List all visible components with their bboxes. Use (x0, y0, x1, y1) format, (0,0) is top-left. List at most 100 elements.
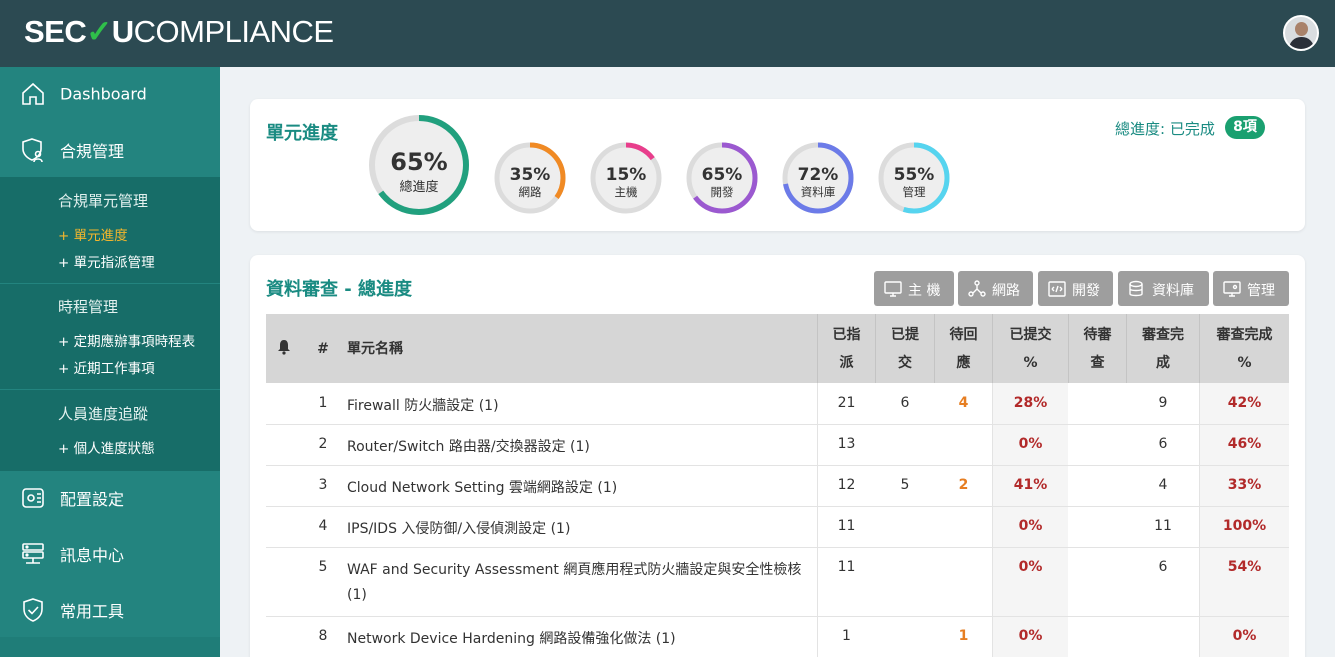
cell-num: 3 (318, 477, 328, 493)
cell-unit-name[interactable]: WAF and Security Assessment 網頁應用程式防火牆設定與… (347, 559, 801, 579)
filter-dev-button[interactable]: 開發 (1038, 271, 1113, 306)
progress-ring: 65% 總進度 (365, 111, 473, 219)
sidebar-item-label: 合規管理 (60, 141, 125, 161)
ring-label: 開發 (710, 185, 734, 199)
database-icon (1129, 280, 1143, 297)
ring-percent: 15% (605, 165, 647, 185)
sidebar-item-tools[interactable]: 常用工具 (0, 582, 220, 637)
filter-host-button[interactable]: 主 機 (874, 271, 954, 306)
cell-submitted: 6 (900, 395, 910, 411)
ring-label: 管理 (902, 185, 926, 199)
cell-assigned: 1 (842, 628, 851, 644)
filter-network-button[interactable]: 網路 (958, 271, 1033, 306)
column-header-pending[interactable]: 待回應 (935, 321, 992, 377)
ring-percent: 72% (797, 165, 839, 185)
sidebar: Dashboard 合規管理 合規單元管理 + 單元進度 + 單元指派管理 時程… (0, 67, 220, 657)
sidebar-item-messages[interactable]: 訊息中心 (0, 526, 220, 581)
progress-ring: 55% 管理 (875, 139, 953, 217)
column-header-assigned[interactable]: 已指派 (818, 321, 875, 377)
cell-unit-name[interactable]: Router/Switch 路由器/交換器設定 (1) (347, 436, 590, 456)
cell-reviewed-pct: 0% (1232, 628, 1257, 644)
ring-percent: 65% (701, 165, 743, 185)
header-column-divider (817, 314, 818, 383)
bell-icon (278, 340, 290, 355)
submenu-heading-personnel[interactable]: 人員進度追蹤 (58, 403, 148, 424)
header-column-divider (934, 314, 935, 383)
cell-assigned: 11 (837, 559, 856, 575)
monitor-icon (884, 281, 902, 297)
cell-reviewed: 6 (1158, 436, 1168, 452)
cell-submitted-pct: 41% (1013, 477, 1048, 493)
submenu-item-unit-progress[interactable]: + 單元進度 (58, 224, 128, 244)
user-avatar[interactable] (1283, 15, 1319, 51)
submenu-item-unit-assign[interactable]: + 單元指派管理 (58, 251, 155, 271)
cell-reviewed-pct: 54% (1227, 559, 1262, 575)
column-header-reviewed-pct[interactable]: 審查完成% (1200, 321, 1289, 377)
avatar-head (1295, 22, 1308, 36)
cell-unit-name-continued[interactable]: (1) (347, 587, 367, 603)
sidebar-item-dashboard[interactable]: Dashboard (0, 67, 220, 121)
submenu-heading-unit-mgmt[interactable]: 合規單元管理 (58, 190, 148, 211)
progress-ring: 72% 資料庫 (779, 139, 857, 217)
review-title: 資料審查 - 總進度 (266, 279, 413, 300)
logo-text-sec: SEC (24, 14, 87, 49)
ring-label: 網路 (518, 185, 542, 199)
cell-reviewed: 11 (1154, 518, 1172, 534)
divider (0, 283, 220, 284)
cell-reviewed: 6 (1158, 559, 1168, 575)
submenu-heading-schedule[interactable]: 時程管理 (58, 296, 118, 317)
cell-num: 2 (318, 436, 328, 452)
cell-unit-name[interactable]: IPS/IDS 入侵防御/入侵偵測設定 (1) (347, 518, 570, 538)
cell-unit-name[interactable]: Firewall 防火牆設定 (1) (347, 395, 499, 415)
header-column-divider (1068, 314, 1069, 383)
column-header-reviewed[interactable]: 審查完成 (1127, 321, 1199, 377)
table-row[interactable] (266, 547, 1289, 616)
sidebar-item-label: 常用工具 (60, 601, 125, 621)
column-header-submitted[interactable]: 已提交 (876, 321, 934, 377)
filter-management-button[interactable]: 管理 (1213, 271, 1289, 306)
header-column-divider (1126, 314, 1127, 383)
header-column-divider (875, 314, 876, 383)
cell-reviewed: 9 (1158, 395, 1168, 411)
submenu-item-personal-status[interactable]: + 個人進度狀態 (58, 437, 155, 457)
header-column-divider (1199, 314, 1200, 383)
ring-label: 總進度 (399, 180, 439, 195)
submenu-item-recent-work[interactable]: + 近期工作事項 (58, 357, 155, 377)
cell-reviewed-pct: 33% (1227, 477, 1262, 493)
cell-submitted: 5 (900, 477, 910, 493)
cell-num: 4 (318, 518, 328, 534)
completed-count-badge: 8項 (1225, 116, 1265, 139)
sidebar-item-config[interactable]: 配置設定 (0, 471, 220, 525)
unit-progress-title: 單元進度 (266, 123, 338, 144)
app-logo[interactable]: SEC✓UCOMPLIANCE (24, 14, 334, 50)
filter-label: 網路 (992, 283, 1020, 299)
cell-assigned: 11 (837, 518, 856, 534)
progress-ring: 65% 開發 (683, 139, 761, 217)
cell-submitted-pct: 0% (1018, 559, 1043, 575)
cell-submitted-pct: 28% (1013, 395, 1048, 411)
column-header-name[interactable]: 單元名稱 (347, 335, 403, 363)
column-header-num: # (317, 341, 329, 357)
network-icon (968, 280, 986, 297)
filter-label: 主 機 (908, 283, 941, 299)
sidebar-submenu: 合規單元管理 + 單元進度 + 單元指派管理 時程管理 + 定期應辦事項時程表 … (0, 177, 220, 471)
cell-reviewed-pct: 100% (1222, 518, 1267, 534)
ring-percent: 35% (509, 165, 551, 185)
cell-unit-name[interactable]: Network Device Hardening 網路設備強化做法 (1) (347, 628, 676, 648)
submenu-item-periodic-schedule[interactable]: + 定期應辦事項時程表 (58, 330, 195, 350)
cell-pending: 1 (958, 628, 969, 644)
cell-reviewed: 4 (1158, 477, 1168, 493)
column-header-to-review[interactable]: 待審查 (1069, 321, 1126, 377)
sidebar-item-compliance[interactable]: 合規管理 (0, 122, 220, 177)
column-header-submitted-pct[interactable]: 已提交% (993, 321, 1068, 377)
cell-pending: 4 (958, 395, 969, 411)
header-column-divider (992, 314, 993, 383)
sidebar-item-label: 訊息中心 (60, 545, 125, 565)
cell-unit-name[interactable]: Cloud Network Setting 雲端網路設定 (1) (347, 477, 617, 497)
ring-percent: 65% (390, 148, 448, 176)
total-progress-label: 總進度: 已完成 (1115, 120, 1215, 138)
logo-check-icon: ✓ (86, 14, 112, 49)
cell-submitted-pct: 0% (1018, 518, 1043, 534)
cell-assigned: 21 (837, 395, 856, 411)
filter-database-button[interactable]: 資料庫 (1118, 271, 1209, 306)
